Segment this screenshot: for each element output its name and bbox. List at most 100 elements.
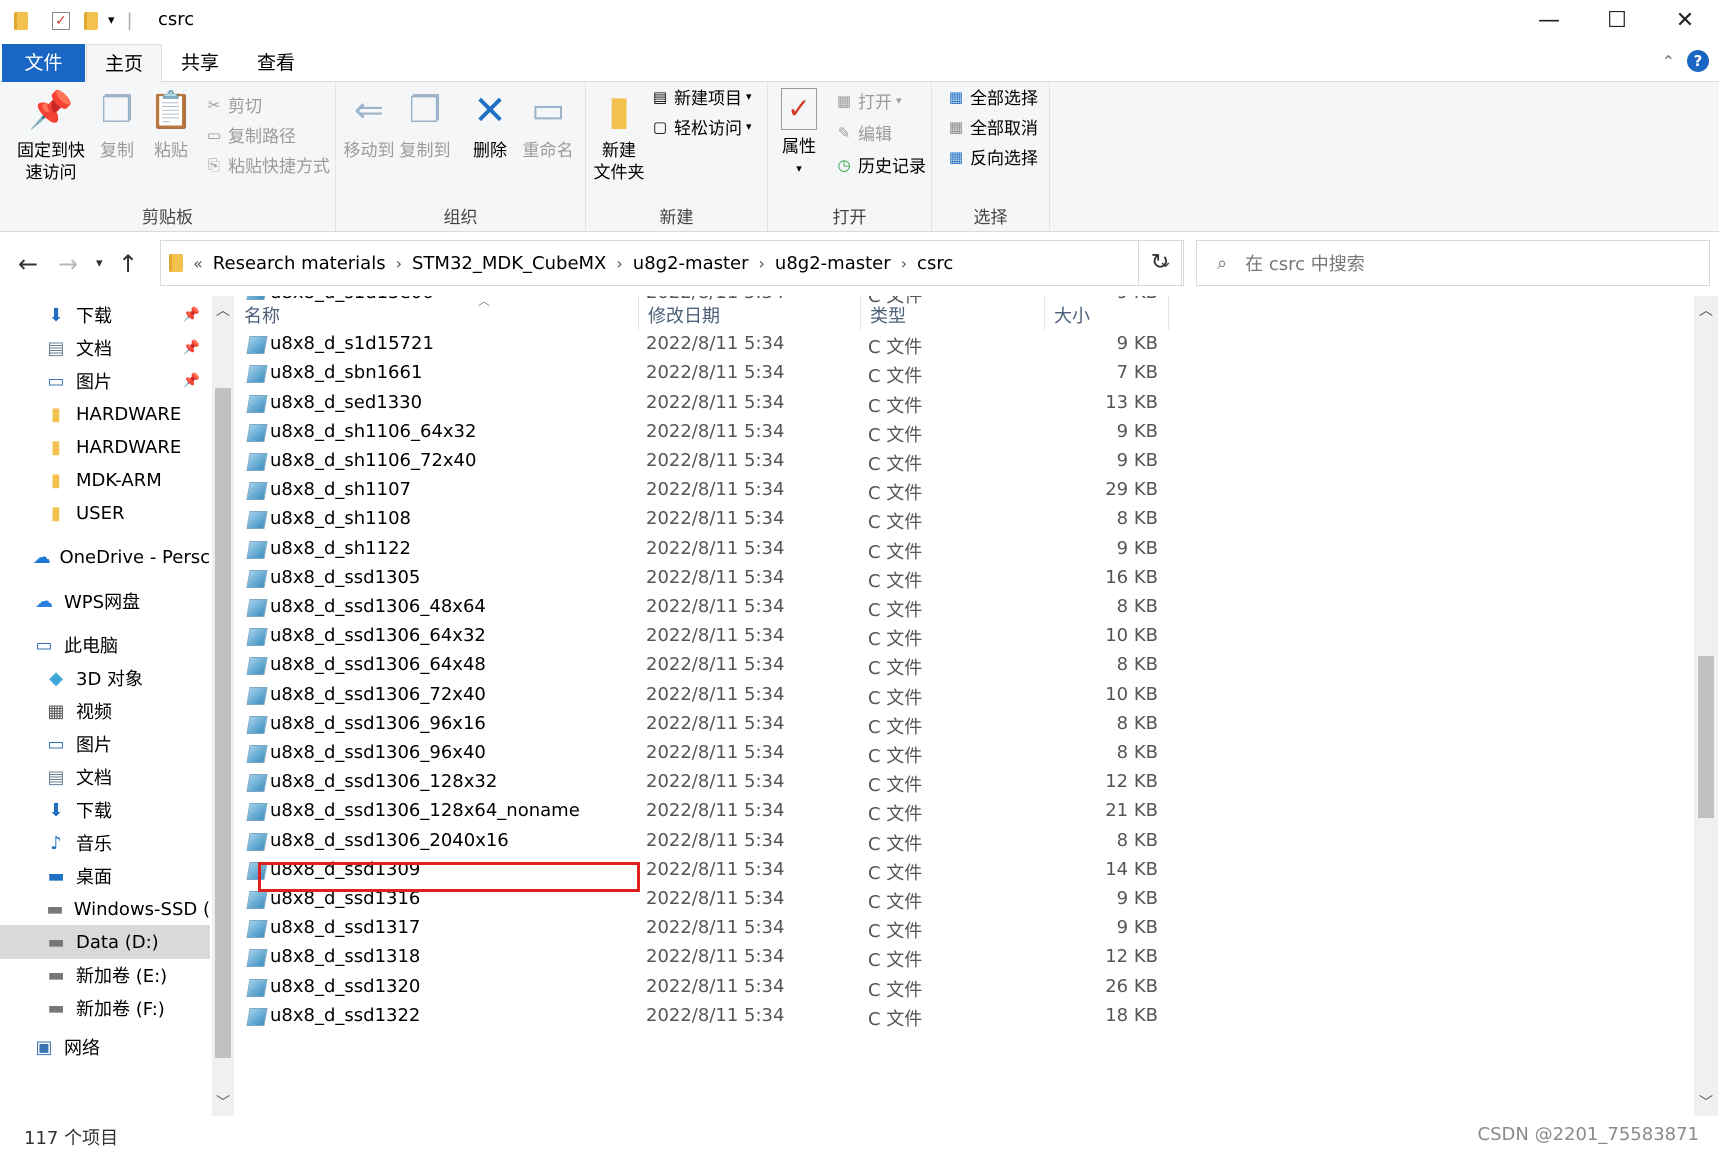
close-button[interactable]: ✕ <box>1651 0 1719 40</box>
minimize-button[interactable]: — <box>1515 0 1583 40</box>
up-arrow-icon[interactable]: ↑ <box>118 250 138 278</box>
breadcrumb-stm32[interactable]: STM32_MDK_CubeMX <box>412 253 606 274</box>
nav-item-12[interactable]: ▭ 图片 <box>0 727 210 761</box>
breadcrumb-separator[interactable]: › <box>616 254 622 273</box>
tab-home[interactable]: 主页 <box>86 44 162 83</box>
file-row[interactable]: u8x8_d_ssd1306_72x40 2022/8/11 5:34 C 文件 10… <box>238 680 1538 712</box>
pin-to-quick-access-button[interactable]: 📌 固定到快 速访问 <box>10 88 92 184</box>
nav-item-17[interactable]: ▬ Windows-SSD ( <box>0 892 210 926</box>
file-row[interactable]: u8x8_d_s1d15e06 2022/8/11 5:34 C 文件 9 KB <box>238 296 1538 310</box>
rename-button[interactable]: ▭ 重命名 <box>520 88 576 162</box>
move-to-button[interactable]: ⇐ 移动到 <box>342 88 396 162</box>
scroll-down-icon[interactable]: ﹀ <box>1694 1092 1718 1112</box>
select-none-button[interactable]: ▦ 全部取消 <box>946 114 1038 140</box>
file-row[interactable]: u8x8_d_ssd1320 2022/8/11 5:34 C 文件 26 KB <box>238 972 1538 1004</box>
refresh-icon[interactable]: ↻ <box>1138 240 1182 286</box>
breadcrumb-separator[interactable]: › <box>901 254 907 273</box>
file-row[interactable]: u8x8_d_sed1330 2022/8/11 5:34 C 文件 13 KB <box>238 388 1538 420</box>
file-row[interactable]: u8x8_d_ssd1306_2040x16 2022/8/11 5:34 C 文件… <box>238 826 1538 858</box>
tab-share[interactable]: 共享 <box>164 44 236 82</box>
nav-item-7[interactable]: ☁ OneDrive - Persc <box>0 540 210 574</box>
tab-view[interactable]: 查看 <box>240 44 312 82</box>
breadcrumb-separator[interactable]: › <box>396 254 402 273</box>
overflow-chevron-icon[interactable]: « <box>193 254 203 273</box>
nav-item-4[interactable]: ▮ HARDWARE <box>0 430 210 464</box>
file-row[interactable]: u8x8_d_ssd1322 2022/8/11 5:34 C 文件 18 KB <box>238 1001 1538 1033</box>
file-row[interactable]: u8x8_d_s1d15721 2022/8/11 5:34 C 文件 9 KB <box>238 329 1538 361</box>
nav-item-8[interactable]: ☁ WPS网盘 <box>0 584 210 618</box>
nav-item-14[interactable]: ⬇ 下载 <box>0 793 210 827</box>
delete-button[interactable]: ✕ 删除 <box>468 88 512 162</box>
nav-item-19[interactable]: ▬ 新加卷 (E:) <box>0 958 210 992</box>
file-row[interactable]: u8x8_d_ssd1306_64x32 2022/8/11 5:34 C 文件 10… <box>238 621 1538 653</box>
file-row[interactable]: u8x8_d_ssd1318 2022/8/11 5:34 C 文件 12 KB <box>238 942 1538 974</box>
copy-to-button[interactable]: ❐ 复制到 <box>398 88 452 162</box>
properties-quick-icon[interactable]: ✓ <box>52 11 70 30</box>
breadcrumb-u8g2-master[interactable]: u8g2-master <box>633 253 749 274</box>
new-folder-button[interactable]: ▮ 新建 文件夹 <box>590 88 648 184</box>
nav-item-9[interactable]: ▭ 此电脑 <box>0 628 210 662</box>
easy-access-button[interactable]: ▢ 轻松访问 ▾ <box>650 114 752 140</box>
collapse-ribbon-icon[interactable]: ⌃ <box>1662 52 1675 71</box>
file-row[interactable]: u8x8_d_sh1107 2022/8/11 5:34 C 文件 29 KB <box>238 475 1538 507</box>
file-row[interactable]: u8x8_d_sh1122 2022/8/11 5:34 C 文件 9 KB <box>238 534 1538 566</box>
maximize-button[interactable]: ☐ <box>1583 0 1651 40</box>
nav-item-13[interactable]: ▤ 文档 <box>0 760 210 794</box>
nav-item-10[interactable]: ◆ 3D 对象 <box>0 661 210 695</box>
file-row[interactable]: u8x8_d_ssd1306_48x64 2022/8/11 5:34 C 文件 8 … <box>238 592 1538 624</box>
breadcrumb-u8g2-master-inner[interactable]: u8g2-master <box>775 253 891 274</box>
breadcrumb-research-materials[interactable]: Research materials <box>213 253 386 274</box>
forward-arrow-icon[interactable]: → <box>58 250 78 278</box>
history-button[interactable]: ◷ 历史记录 <box>834 152 926 178</box>
recent-locations-icon[interactable]: ▾ <box>96 256 103 271</box>
file-row[interactable]: u8x8_d_sh1108 2022/8/11 5:34 C 文件 8 KB <box>238 504 1538 536</box>
nav-item-0[interactable]: ⬇ 下载 📌 <box>0 298 210 332</box>
nav-item-16[interactable]: ▬ 桌面 <box>0 859 210 893</box>
new-item-button[interactable]: ▤ 新建项目 ▾ <box>650 84 752 110</box>
scroll-up-icon[interactable]: ︿ <box>1694 300 1718 320</box>
cut-button[interactable]: ✂ 剪切 <box>204 92 262 118</box>
file-row[interactable]: u8x8_d_sbn1661 2022/8/11 5:34 C 文件 7 KB <box>238 358 1538 390</box>
file-row[interactable]: u8x8_d_sh1106_64x32 2022/8/11 5:34 C 文件 9 K… <box>238 417 1538 449</box>
nav-item-6[interactable]: ▮ USER <box>0 496 210 530</box>
nav-item-5[interactable]: ▮ MDK-ARM <box>0 463 210 497</box>
breadcrumb-csrc[interactable]: csrc <box>917 253 953 274</box>
nav-item-11[interactable]: ▦ 视频 <box>0 694 210 728</box>
scroll-down-icon[interactable]: ﹀ <box>212 1092 234 1112</box>
nav-scrollbar[interactable]: ︿ ﹀ <box>212 296 234 1116</box>
nav-item-3[interactable]: ▮ HARDWARE <box>0 397 210 431</box>
nav-item-20[interactable]: ▬ 新加卷 (F:) <box>0 991 210 1025</box>
nav-item-21[interactable]: ▣ 网络 <box>0 1030 210 1064</box>
file-list-scrollbar[interactable]: ︿ ﹀ <box>1694 296 1718 1116</box>
file-row[interactable]: u8x8_d_sh1106_72x40 2022/8/11 5:34 C 文件 9 K… <box>238 446 1538 478</box>
nav-item-15[interactable]: ♪ 音乐 <box>0 826 210 860</box>
new-folder-quick-icon[interactable] <box>84 11 98 30</box>
nav-item-18[interactable]: ▬ Data (D:) <box>0 925 210 959</box>
edit-button[interactable]: ✎ 编辑 <box>834 120 892 146</box>
invert-selection-button[interactable]: ▦ 反向选择 <box>946 144 1038 170</box>
file-row[interactable]: u8x8_d_ssd1306_128x64_noname 2022/8/11 5:… <box>238 796 1538 828</box>
nav-item-2[interactable]: ▭ 图片 📌 <box>0 364 210 398</box>
file-row[interactable]: u8x8_d_ssd1305 2022/8/11 5:34 C 文件 16 KB <box>238 563 1538 595</box>
paste-shortcut-button[interactable]: ⎘ 粘贴快捷方式 <box>204 152 330 178</box>
file-row[interactable]: u8x8_d_ssd1306_96x16 2022/8/11 5:34 C 文件 8 … <box>238 709 1538 741</box>
open-button[interactable]: ▦ 打开 ▾ <box>834 88 902 114</box>
nav-item-1[interactable]: ▤ 文档 📌 <box>0 331 210 365</box>
copy-button[interactable]: ❐ 复制 <box>92 88 142 162</box>
help-icon[interactable]: ? <box>1687 50 1709 72</box>
file-list-scroll-thumb[interactable] <box>1698 656 1714 818</box>
file-row[interactable]: u8x8_d_ssd1306_64x48 2022/8/11 5:34 C 文件 8 … <box>238 650 1538 682</box>
paste-button[interactable]: 📋 粘贴 <box>146 88 196 162</box>
search-box[interactable]: ⌕ 在 csrc 中搜索 <box>1196 240 1710 286</box>
address-bar[interactable]: « Research materials › STM32_MDK_CubeMX … <box>160 240 1184 286</box>
customize-quick-access-icon[interactable]: ▾ <box>108 13 115 28</box>
breadcrumb-separator[interactable]: › <box>759 254 765 273</box>
select-all-button[interactable]: ▦ 全部选择 <box>946 84 1038 110</box>
file-row[interactable]: u8x8_d_ssd1317 2022/8/11 5:34 C 文件 9 KB <box>238 913 1538 945</box>
copy-path-button[interactable]: ▭ 复制路径 <box>204 122 296 148</box>
properties-button[interactable]: ✓ 属性 ▾ <box>774 88 824 180</box>
scroll-up-icon[interactable]: ︿ <box>212 300 234 320</box>
tab-file[interactable]: 文件 <box>2 44 85 82</box>
nav-scroll-thumb[interactable] <box>215 388 231 1058</box>
file-row[interactable]: u8x8_d_ssd1306_128x32 2022/8/11 5:34 C 文件 1… <box>238 767 1538 799</box>
